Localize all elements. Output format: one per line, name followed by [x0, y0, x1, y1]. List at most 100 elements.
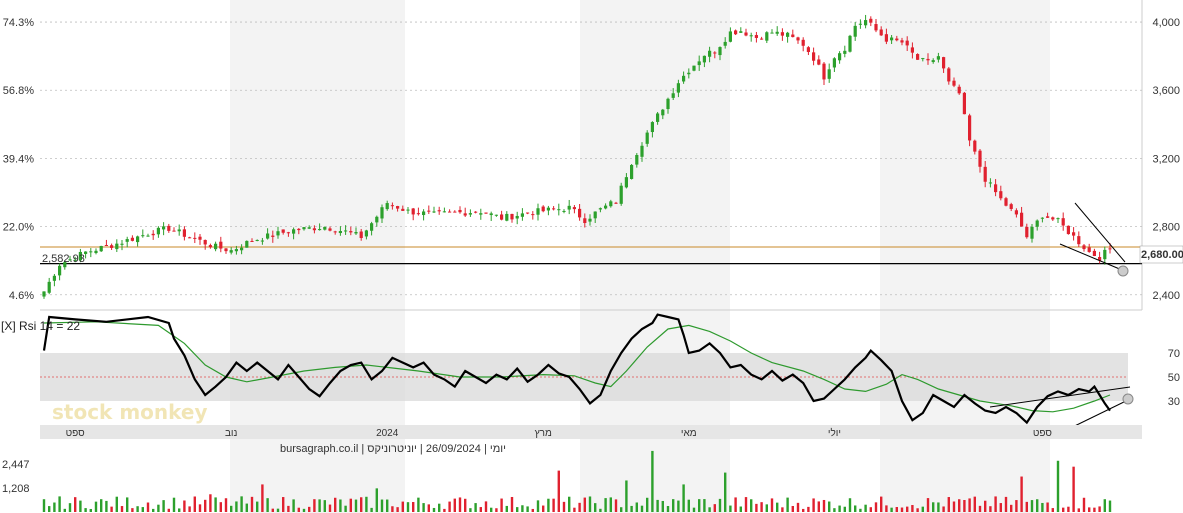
candle-body: [562, 210, 566, 212]
rsi-close-button[interactable]: [X]: [1, 319, 16, 333]
volume-bar: [198, 504, 202, 512]
candle-body: [838, 53, 842, 61]
volume-bar: [952, 501, 956, 512]
candle-body: [884, 34, 888, 42]
volume-bar: [178, 508, 181, 512]
candle-body: [926, 58, 930, 61]
rsi-tick: 70: [1168, 348, 1180, 360]
candle-body: [182, 229, 186, 237]
candle-body: [130, 237, 134, 241]
candle-body: [328, 228, 332, 231]
candle-body: [234, 249, 238, 252]
candle-body: [312, 228, 316, 231]
candle-body: [609, 201, 613, 207]
volume-bar: [989, 506, 992, 512]
candle-body: [432, 211, 436, 213]
candle-body: [89, 251, 93, 253]
volume-bar: [146, 502, 150, 512]
candle-body: [916, 54, 920, 60]
candle-body: [978, 150, 982, 167]
price-left-tick: 74.3%: [3, 17, 34, 29]
volume-bar: [609, 497, 612, 512]
volume-bar: [427, 504, 430, 512]
candle-body: [427, 210, 431, 212]
candle-body: [666, 98, 670, 110]
candle-body: [172, 230, 176, 232]
volume-bar: [219, 502, 222, 512]
volume-bar: [526, 506, 529, 512]
candle-body: [728, 31, 732, 42]
volume-bar: [58, 496, 61, 512]
volume-bar: [256, 501, 259, 512]
volume-bar: [828, 501, 831, 512]
x-axis-label: ספט: [1033, 428, 1053, 439]
source-line: יומי | 26/09/2024 | יוניטרוניקס | bursag…: [280, 443, 506, 455]
volume-bar: [453, 498, 456, 512]
volume-bar: [864, 504, 867, 512]
volume-bar: [443, 508, 446, 512]
candle-body: [869, 18, 873, 23]
volume-bar: [1088, 507, 1091, 512]
volume-bar: [968, 498, 971, 512]
volume-bar: [573, 507, 576, 512]
volume-bar: [770, 498, 774, 512]
candle-body: [292, 229, 296, 234]
volume-bar: [687, 499, 690, 512]
candle-body: [463, 213, 467, 216]
volume-bar: [588, 496, 592, 512]
candle-body: [578, 208, 582, 218]
volume-bar: [276, 508, 280, 512]
candle-body: [619, 185, 623, 204]
volume-bar: [396, 507, 399, 512]
volume-bar: [354, 499, 358, 512]
candle-body: [968, 115, 972, 141]
volume-bar: [1082, 497, 1086, 512]
candle-body: [775, 31, 779, 34]
volume-bar: [1046, 502, 1049, 512]
volume-bar: [958, 499, 961, 512]
volume-bar: [630, 505, 633, 512]
volume-bar: [640, 505, 644, 512]
candle-body: [546, 207, 550, 211]
volume-bar: [703, 499, 706, 512]
volume-bar: [505, 505, 508, 512]
price-left-axis: 74.3% 56.8% 39.4% 22.0% 4.6%: [3, 17, 34, 302]
volume-bar: [646, 497, 649, 512]
volume-bar: [1067, 506, 1070, 512]
candle-body: [1020, 212, 1024, 227]
candle-body: [572, 207, 576, 210]
candle-body: [338, 231, 342, 234]
volume-bar: [744, 497, 748, 512]
volume-bar: [661, 500, 664, 512]
price-right-tick: 4,000: [1152, 17, 1180, 29]
candle-body: [936, 56, 940, 60]
volume-bar: [401, 501, 404, 512]
volume-bar: [984, 500, 987, 512]
candle-body: [240, 247, 244, 251]
volume-bar: [287, 505, 290, 512]
volume-bar: [885, 505, 888, 512]
volume-bar: [308, 506, 311, 512]
volume-bar: [126, 497, 129, 512]
candle-body: [931, 60, 935, 63]
candle-body: [895, 38, 899, 41]
candle-body: [557, 209, 561, 211]
rsi-title: Rsi 14 = 22: [19, 319, 80, 333]
trend-point-marker: [1117, 265, 1129, 277]
volume-bar: [802, 508, 805, 512]
candle-body: [536, 208, 540, 215]
candle-body: [864, 20, 868, 26]
candle-body: [47, 281, 51, 293]
volume-bar: [48, 506, 51, 512]
candle-body: [905, 40, 909, 46]
volume-bar: [926, 498, 930, 512]
candle-body: [167, 225, 171, 231]
volume-bar: [760, 502, 763, 512]
volume-bar: [594, 503, 597, 512]
volume-bar: [1056, 460, 1060, 512]
volume-bar: [739, 506, 742, 512]
volume-bar: [718, 498, 722, 512]
price-right-tick: 3,600: [1152, 85, 1180, 97]
volume-bar: [682, 484, 685, 512]
volume-bar: [110, 506, 113, 512]
